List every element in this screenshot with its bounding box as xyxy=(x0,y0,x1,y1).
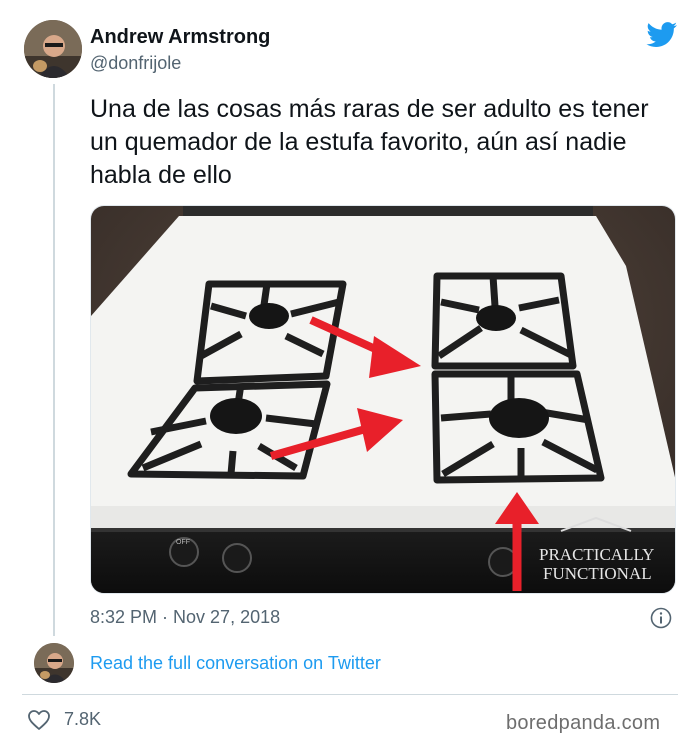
site-watermark: boredpanda.com xyxy=(506,712,661,734)
tweet-photo[interactable]: OFF PRACTICALLY FUNCTIONAL xyxy=(90,205,676,594)
author-handle[interactable]: @donfrijole xyxy=(90,53,181,74)
reply-avatar[interactable] xyxy=(34,643,74,683)
tweet-timestamp[interactable]: 8:32 PM · Nov 27, 2018 xyxy=(90,607,280,628)
right-back-burner xyxy=(476,305,516,331)
watermark-line2: FUNCTIONAL xyxy=(543,564,652,583)
like-count[interactable]: 7.8K xyxy=(64,709,101,730)
author-name[interactable]: Andrew Armstrong xyxy=(90,26,270,49)
twitter-bird-icon[interactable] xyxy=(646,22,678,48)
author-avatar[interactable] xyxy=(24,20,82,78)
tweet-text: Una de las cosas más raras de ser adulto… xyxy=(90,95,649,189)
divider xyxy=(22,694,678,695)
thread-line xyxy=(53,84,55,636)
right-front-burner xyxy=(489,398,549,438)
read-conversation-link[interactable]: Read the full conversation on Twitter xyxy=(90,653,381,674)
watermark-line1: PRACTICALLY xyxy=(539,545,654,564)
left-front-burner xyxy=(210,398,262,434)
knob-label: OFF xyxy=(176,539,190,546)
left-back-burner xyxy=(249,303,289,329)
heart-icon[interactable] xyxy=(27,709,51,731)
info-icon[interactable] xyxy=(650,607,672,629)
